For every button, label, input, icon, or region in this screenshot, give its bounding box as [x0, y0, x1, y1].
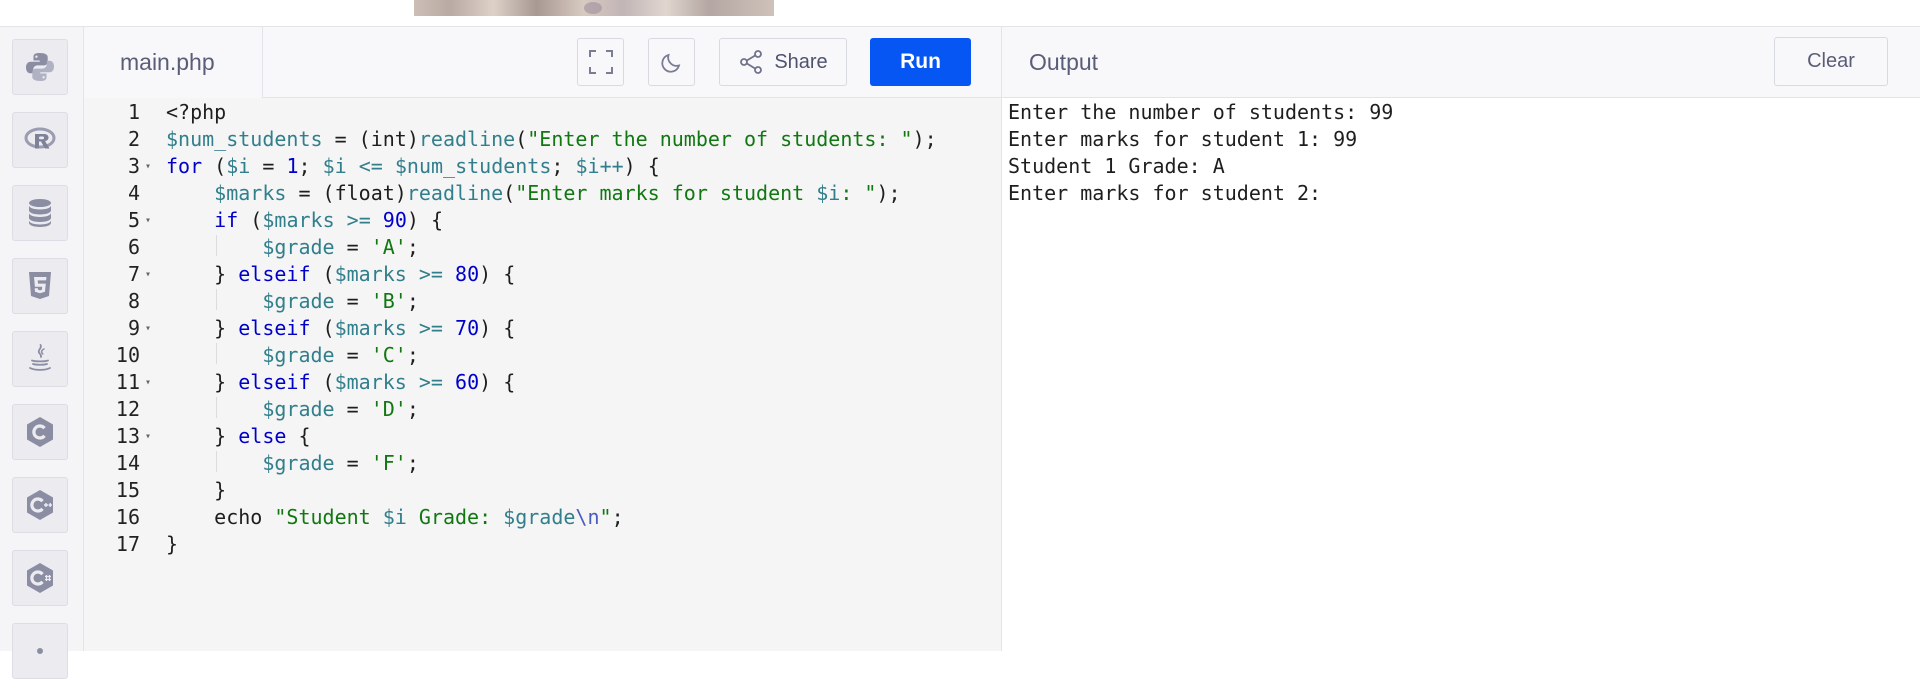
cpp-icon	[27, 490, 53, 520]
sidebar-item-html[interactable]	[12, 258, 68, 314]
sidebar-item-python[interactable]	[12, 39, 68, 95]
indent-guide	[216, 235, 217, 256]
share-label: Share	[774, 50, 828, 73]
output-title: Output	[1029, 49, 1099, 75]
r-language-icon	[24, 127, 56, 149]
java-icon	[29, 344, 51, 371]
run-button[interactable]: Run	[870, 38, 971, 86]
sidebar-item-c[interactable]	[12, 404, 68, 460]
dark-mode-toggle[interactable]	[648, 38, 695, 86]
code-editor[interactable]: 1 <?php 2 $num_students = (int)readline("En…	[84, 98, 1001, 651]
sidebar-item-cpp[interactable]	[12, 477, 68, 533]
output-line: Enter marks for student 2:	[1008, 181, 1322, 205]
file-tab-label: main.php	[120, 49, 215, 75]
indent-guide	[216, 397, 217, 418]
more-languages-icon	[37, 648, 43, 654]
sidebar-item-sql[interactable]	[12, 185, 68, 241]
code-text: }	[166, 532, 179, 556]
code-line: 17}	[84, 528, 1001, 561]
c-language-icon	[27, 417, 53, 447]
output-header: Output Clear	[1002, 27, 1920, 98]
output-console[interactable]: Enter the number of students: 99 Enter ma…	[1002, 98, 1920, 651]
fullscreen-button[interactable]	[577, 38, 624, 86]
indent-guide	[216, 451, 217, 472]
html5-icon	[29, 272, 51, 299]
sidebar-item-r[interactable]	[12, 112, 68, 168]
sidebar-item-java[interactable]	[12, 331, 68, 387]
indent-guide	[216, 343, 217, 364]
share-button[interactable]: Share	[719, 38, 847, 86]
editor-header: main.php Share Run	[84, 27, 1001, 98]
moon-icon	[660, 53, 680, 73]
database-icon	[29, 199, 51, 227]
run-label: Run	[900, 50, 941, 73]
sidebar-item-csharp[interactable]	[12, 550, 68, 606]
file-tab-main-php[interactable]: main.php	[84, 27, 263, 98]
csharp-icon	[27, 563, 53, 593]
share-icon	[740, 50, 763, 74]
python-icon	[26, 53, 54, 81]
fullscreen-icon	[588, 50, 613, 74]
banner-image[interactable]	[414, 0, 774, 16]
clear-button[interactable]: Clear	[1774, 37, 1888, 86]
clear-label: Clear	[1807, 50, 1855, 72]
indent-guide	[216, 289, 217, 310]
top-bar	[0, 0, 1920, 27]
line-number: 17	[115, 532, 140, 556]
sidebar-item-more[interactable]	[12, 623, 68, 679]
language-sidebar	[0, 27, 84, 679]
